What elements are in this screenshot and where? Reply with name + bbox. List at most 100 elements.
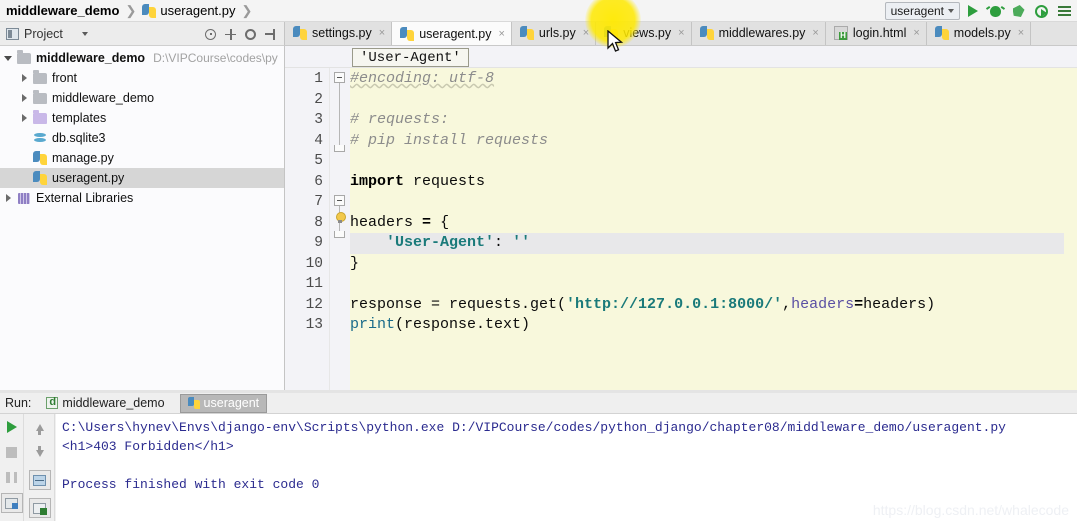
django-icon	[46, 396, 59, 409]
scroll-down-button[interactable]	[30, 444, 50, 462]
editor-tab-label: middlewares.py	[718, 26, 806, 40]
chevron-right-icon[interactable]	[16, 94, 32, 102]
code-editor[interactable]: 'User-Agent' 1 2 3 4 5 6 7 8 9 10 11 12 13 #encoding…	[285, 46, 1077, 390]
collapse-all-button[interactable]	[221, 23, 240, 45]
intention-bulb-icon[interactable]	[334, 211, 346, 225]
editor-tab-useragent-py[interactable]: useragent.py ×	[392, 22, 512, 45]
fold-marker-icon[interactable]	[334, 72, 345, 83]
scroll-up-button[interactable]	[30, 418, 50, 436]
run-tab-middleware-demo[interactable]: middleware_demo	[38, 394, 172, 413]
run-with-coverage-button[interactable]	[1008, 1, 1029, 21]
run-button[interactable]	[962, 1, 983, 21]
close-icon[interactable]: ×	[1018, 27, 1024, 39]
fold-end-marker-icon	[334, 231, 345, 238]
settings-button[interactable]	[241, 23, 260, 45]
scroll-from-source-button[interactable]	[201, 23, 220, 45]
tree-item-path: D:\VIPCourse\codes\py	[153, 51, 278, 65]
editor-tab-bar[interactable]: settings.py × useragent.py × urls.py × views.p…	[285, 22, 1077, 46]
run-tool-window: Run: middleware_demo useragent C:\Users\…	[0, 393, 1077, 521]
soft-wrap-icon	[33, 474, 46, 486]
chevron-down-icon[interactable]	[0, 56, 16, 61]
pause-output-button[interactable]	[2, 468, 22, 486]
tree-item-external-libraries[interactable]: External Libraries	[0, 188, 284, 208]
editor-breadcrumb-chip[interactable]: 'User-Agent'	[352, 48, 469, 67]
project-panel-title[interactable]: Project	[6, 27, 88, 41]
code-line-13[interactable]: print(response.text)	[350, 315, 530, 336]
debug-button[interactable]	[985, 1, 1006, 21]
code-fold-strip[interactable]	[330, 68, 350, 390]
line-number: 5	[314, 153, 323, 169]
code-line-12[interactable]: response = requests.get('http://127.0.0.…	[350, 295, 935, 316]
arrow-up-icon	[35, 423, 44, 435]
editor-tab-label: urls.py	[538, 26, 576, 40]
tree-item-manage-py[interactable]: manage.py	[0, 148, 284, 168]
chevron-down-icon[interactable]	[81, 31, 88, 36]
tree-item-label: middleware_demo	[36, 51, 146, 65]
fold-marker-icon[interactable]	[334, 195, 345, 206]
python-file-icon	[400, 26, 415, 41]
soft-wrap-button[interactable]	[28, 470, 51, 490]
stop-button[interactable]	[2, 443, 22, 461]
print-button[interactable]	[0, 493, 23, 513]
editor-tab-label: models.py	[953, 26, 1011, 40]
code-line-1[interactable]: #encoding: utf-8	[350, 69, 494, 90]
editor-tab-middlewares-py[interactable]: middlewares.py ×	[691, 22, 826, 45]
code-line-8[interactable]: headers = {	[350, 213, 449, 234]
close-icon[interactable]: ×	[678, 27, 684, 39]
profiler-icon	[1035, 4, 1048, 18]
breadcrumb-project[interactable]: middleware_demo	[6, 3, 119, 18]
code-line-3[interactable]: # requests:	[350, 110, 449, 131]
tree-item-label: templates	[52, 111, 107, 125]
editor-tab-login-html[interactable]: login.html ×	[825, 22, 927, 45]
tree-item-templates[interactable]: templates	[0, 108, 284, 128]
code-text-area[interactable]: #encoding: utf-8 # requests: # pip install…	[350, 68, 1077, 390]
editor-tab-models-py[interactable]: models.py ×	[926, 22, 1032, 45]
code-line-10[interactable]: }	[350, 254, 359, 275]
editor-tab-urls-py[interactable]: urls.py ×	[511, 22, 597, 45]
run-triangle-icon	[967, 5, 978, 17]
close-icon[interactable]: ×	[812, 27, 818, 39]
python-file-icon	[187, 397, 200, 409]
breadcrumb: middleware_demo ❯ useragent.py ❯	[0, 0, 258, 22]
tree-item-label: useragent.py	[52, 171, 125, 185]
tree-item-label: db.sqlite3	[52, 131, 106, 145]
code-line-6[interactable]: import requests	[350, 172, 485, 193]
line-number: 6	[314, 173, 323, 190]
code-line-4[interactable]: # pip install requests	[350, 131, 548, 152]
breadcrumb-file[interactable]: useragent.py	[160, 3, 235, 18]
line-number: 9	[314, 235, 323, 251]
close-icon[interactable]: ×	[583, 27, 589, 39]
editor-gutter[interactable]: 1 2 3 4 5 6 7 8 9 10 11 12 13	[285, 68, 330, 390]
chevron-right-icon[interactable]	[16, 74, 32, 82]
code-line-9[interactable]: 'User-Agent': ''	[350, 233, 530, 254]
profile-button[interactable]	[1031, 1, 1052, 21]
pycharm-window: middleware_demo ❯ useragent.py ❯ userage…	[0, 0, 1077, 521]
tree-item-front[interactable]: front	[0, 68, 284, 88]
chevron-right-icon[interactable]	[16, 114, 32, 122]
target-icon	[205, 28, 216, 40]
rerun-button[interactable]	[2, 418, 22, 436]
close-icon[interactable]: ×	[913, 27, 919, 39]
tree-item-useragent-py[interactable]: useragent.py	[0, 168, 284, 188]
run-configuration-selector[interactable]: useragent	[884, 2, 960, 20]
line-number: 3	[314, 112, 323, 128]
editor-vertical-scrollbar[interactable]	[1064, 68, 1077, 390]
tree-item-middleware-demo[interactable]: middleware_demo	[0, 88, 284, 108]
more-toolbar-button[interactable]	[1054, 1, 1075, 21]
python-file-icon	[934, 26, 949, 40]
hide-panel-button[interactable]	[261, 23, 280, 45]
tree-item-db-sqlite3[interactable]: db.sqlite3	[0, 128, 284, 148]
tree-item-middleware-demo[interactable]: middleware_demo D:\VIPCourse\codes\py	[0, 48, 284, 68]
chevron-right-icon[interactable]	[0, 194, 16, 202]
run-panel-second-toolbar	[25, 414, 55, 521]
close-icon[interactable]: ×	[379, 27, 385, 39]
editor-tab-settings-py[interactable]: settings.py ×	[285, 22, 393, 45]
line-number: 13	[305, 317, 323, 333]
project-tree[interactable]: middleware_demo D:\VIPCourse\codes\py fron…	[0, 46, 285, 390]
bug-icon	[990, 5, 1001, 17]
export-output-button[interactable]	[28, 498, 51, 518]
run-tab-useragent[interactable]: useragent	[179, 393, 268, 413]
gear-icon	[245, 28, 256, 40]
close-icon[interactable]: ×	[498, 28, 504, 40]
editor-tab-views-py[interactable]: views.py ×	[596, 22, 692, 45]
